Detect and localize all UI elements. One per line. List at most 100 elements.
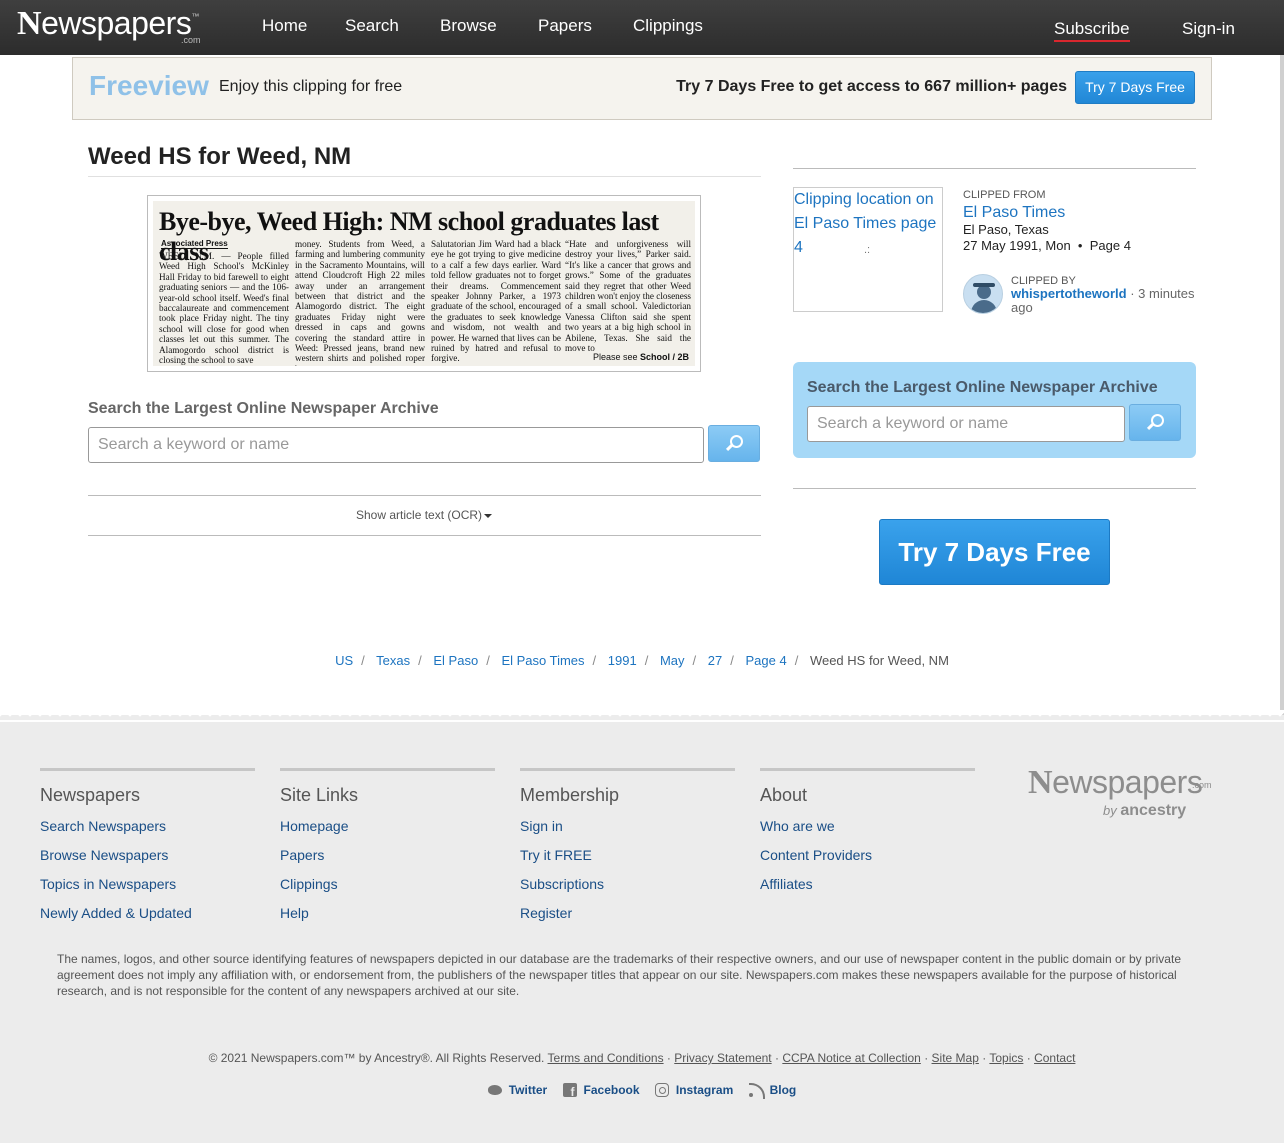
nav-browse[interactable]: Browse: [440, 16, 497, 36]
signin-link[interactable]: Sign-in: [1182, 19, 1235, 39]
social-links: Twitter Facebook Instagram Blog: [0, 1083, 1284, 1100]
breadcrumb-texas[interactable]: Texas: [376, 653, 410, 668]
clipper-username-link[interactable]: whispertotheworld: [1011, 286, 1127, 301]
paper-location: El Paso, Texas: [963, 222, 1049, 237]
clip-column-3: Salutatorian Jim Ward had a black eye he…: [431, 239, 561, 364]
avatar[interactable]: [963, 274, 1003, 314]
footer-link-content-providers[interactable]: Content Providers: [760, 847, 975, 864]
footer-heading: About: [760, 785, 808, 805]
search-icon: [725, 434, 743, 453]
twitter-link[interactable]: Twitter: [509, 1083, 547, 1097]
footer-link-papers[interactable]: Papers: [280, 847, 495, 864]
freeview-brand: Freeview: [89, 70, 209, 101]
loading-spinner-icon: .:: [864, 244, 871, 256]
page-title: Weed HS for Weed, NM: [88, 143, 352, 170]
title-divider: [88, 176, 761, 177]
footer-logo[interactable]: Newspapers .com by ancestry: [1028, 764, 1212, 819]
footer-link-register[interactable]: Register: [520, 905, 735, 922]
paper-title-link[interactable]: El Paso Times: [963, 204, 1065, 222]
avatar-body: [971, 300, 997, 313]
newspapers-logo[interactable]: Newspapers ™ .com: [17, 5, 201, 46]
clipping-scan: Bye-bye, Weed High: NM school graduates …: [153, 201, 695, 366]
topics-link[interactable]: Topics: [989, 1051, 1023, 1065]
terms-link[interactable]: Terms and Conditions: [548, 1051, 664, 1065]
breadcrumb-page[interactable]: Page 4: [745, 653, 786, 668]
clipping-image[interactable]: Bye-bye, Weed High: NM school graduates …: [147, 195, 701, 372]
footer-link-subscriptions[interactable]: Subscriptions: [520, 876, 735, 893]
nav-home[interactable]: Home: [262, 16, 307, 36]
breadcrumb-el-paso[interactable]: El Paso: [433, 653, 478, 668]
footer-link-browse-newspapers[interactable]: Browse Newspapers: [40, 847, 255, 864]
sidebar-search-heading: Search the Largest Online Newspaper Arch…: [807, 379, 1158, 396]
sitemap-link[interactable]: Site Map: [932, 1051, 979, 1065]
freeview-banner: Freeview Enjoy this clipping for free Tr…: [72, 57, 1212, 120]
twitter-icon: [487, 1083, 502, 1097]
footer-disclaimer: The names, logos, and other source ident…: [57, 952, 1181, 998]
search-button[interactable]: [708, 425, 760, 462]
freeview-cta-text: Try 7 Days Free to get access to 667 mil…: [676, 78, 1067, 95]
blog-link[interactable]: Blog: [770, 1083, 797, 1097]
instagram-link[interactable]: Instagram: [676, 1083, 733, 1097]
breadcrumb-el-paso-times[interactable]: El Paso Times: [501, 653, 584, 668]
facebook-link[interactable]: Facebook: [584, 1083, 640, 1097]
contact-link[interactable]: Contact: [1034, 1051, 1075, 1065]
clip-column-1: WEED, N.M. — People filled Weed High Sch…: [159, 251, 289, 366]
try-free-button-small[interactable]: Try 7 Days Free: [1075, 71, 1195, 104]
clipped-from-label: Clipped from: [963, 189, 1046, 201]
ocr-divider-bottom: [88, 535, 761, 536]
search-input[interactable]: Search a keyword or name: [88, 427, 704, 463]
rss-icon: [748, 1083, 765, 1099]
paper-date-page: 27 May 1991, Mon • Page 4: [963, 238, 1131, 253]
ccpa-link[interactable]: CCPA Notice at Collection: [782, 1051, 921, 1065]
top-navigation-bar: Newspapers ™ .com Home Search Browse Pap…: [0, 0, 1284, 55]
footer-column-about: About Who are we Content Providers Affil…: [760, 768, 975, 905]
sidebar-divider-bottom: [793, 488, 1196, 489]
footer-link-sign-in[interactable]: Sign in: [520, 818, 735, 835]
footer-link-help[interactable]: Help: [280, 905, 495, 922]
torn-edge-divider: [0, 710, 1284, 722]
footer-link-affiliates[interactable]: Affiliates: [760, 876, 975, 893]
ancestry-logo: by ancestry: [1103, 802, 1187, 819]
breadcrumb-day[interactable]: 27: [708, 653, 722, 668]
clipping-location-thumbnail[interactable]: Clipping location on El Paso Times page …: [793, 187, 943, 312]
clip-column-4: “Hate and unforgiveness will destroy you…: [565, 239, 691, 354]
footer-heading: Newspapers: [40, 785, 141, 805]
scrollbar-track[interactable]: [1280, 55, 1284, 715]
avatar-hat: [973, 283, 995, 287]
show-ocr-toggle[interactable]: Show article text (OCR): [356, 508, 493, 522]
nav-clippings[interactable]: Clippings: [633, 16, 703, 36]
logo-trademark: ™: [191, 12, 200, 21]
footer-link-clippings[interactable]: Clippings: [280, 876, 495, 893]
breadcrumb-year[interactable]: 1991: [608, 653, 637, 668]
ocr-divider-top: [88, 495, 761, 496]
footer-heading: Membership: [520, 785, 620, 805]
logo-wordmark: Newspapers: [17, 5, 192, 42]
breadcrumb-month[interactable]: May: [660, 653, 685, 668]
footer-link-newly-added[interactable]: Newly Added & Updated: [40, 905, 255, 922]
nav-search[interactable]: Search: [345, 16, 399, 36]
footer-link-who-are-we[interactable]: Who are we: [760, 818, 975, 835]
breadcrumb-us[interactable]: US: [335, 653, 353, 668]
footer-legal: © 2021 Newspapers.com™ by Ancestry®. All…: [208, 1051, 1076, 1065]
search-icon: [1146, 413, 1164, 432]
nav-papers[interactable]: Papers: [538, 16, 592, 36]
try-free-button-large[interactable]: Try 7 Days Free: [879, 519, 1110, 585]
copyright-text: © 2021 Newspapers.com™ by Ancestry®. All…: [208, 1051, 545, 1065]
privacy-link[interactable]: Privacy Statement: [674, 1051, 771, 1065]
sidebar-divider-top: [793, 168, 1196, 169]
footer-link-search-newspapers[interactable]: Search Newspapers: [40, 818, 255, 835]
footer-column-newspapers: Newspapers Search Newspapers Browse News…: [40, 768, 255, 934]
avatar-head: [977, 285, 991, 299]
footer-heading: Site Links: [280, 785, 359, 805]
breadcrumb-current: Weed HS for Weed, NM: [809, 653, 949, 668]
caret-down-icon: [484, 513, 493, 518]
footer-column-site-links: Site Links Homepage Papers Clippings Hel…: [280, 768, 495, 934]
sidebar-search-input[interactable]: Search a keyword or name: [807, 406, 1125, 442]
clip-byline: Associated Press: [161, 239, 228, 249]
freeview-text: Enjoy this clipping for free: [219, 78, 403, 95]
subscribe-link[interactable]: Subscribe: [1054, 19, 1130, 42]
footer-link-topics[interactable]: Topics in Newspapers: [40, 876, 255, 893]
footer-link-try-free[interactable]: Try it FREE: [520, 847, 735, 864]
footer-link-homepage[interactable]: Homepage: [280, 818, 495, 835]
sidebar-search-button[interactable]: [1129, 404, 1181, 441]
